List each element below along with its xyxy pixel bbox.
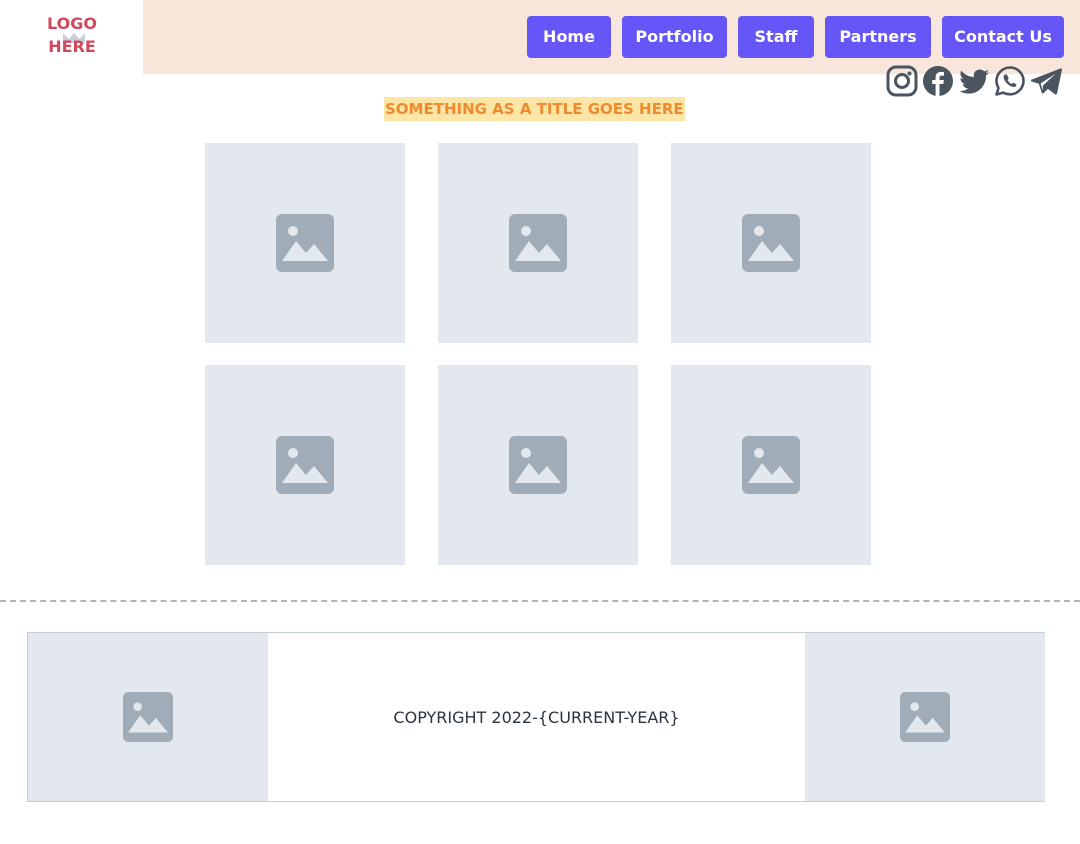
image-placeholder-icon <box>509 214 567 272</box>
telegram-icon[interactable] <box>1030 64 1062 98</box>
image-placeholder-icon <box>742 436 800 494</box>
image-placeholder-icon <box>276 436 334 494</box>
facebook-icon[interactable] <box>922 64 954 98</box>
logo-text-line2: HERE <box>48 37 96 56</box>
nav-contact-button[interactable]: Contact Us <box>942 16 1064 58</box>
whatsapp-icon[interactable] <box>994 64 1026 98</box>
logo[interactable]: LOGO HERE <box>44 12 100 62</box>
image-placeholder-icon <box>509 436 567 494</box>
footer-image-right <box>805 633 1045 801</box>
footer-image-left <box>28 633 268 801</box>
logo-text-line1: LOGO <box>47 14 97 33</box>
twitter-icon[interactable] <box>958 64 990 98</box>
gallery-image-placeholder[interactable] <box>671 143 871 343</box>
nav-portfolio-button[interactable]: Portfolio <box>622 16 727 58</box>
image-placeholder-icon <box>900 692 950 742</box>
gallery-image-placeholder[interactable] <box>671 365 871 565</box>
section-divider <box>0 600 1080 602</box>
image-placeholder-icon <box>742 214 800 272</box>
image-placeholder-icon <box>123 692 173 742</box>
social-links <box>886 64 1062 98</box>
nav-partners-button[interactable]: Partners <box>825 16 931 58</box>
nav-staff-button[interactable]: Staff <box>738 16 814 58</box>
gallery-image-placeholder[interactable] <box>438 143 638 343</box>
gallery-image-placeholder[interactable] <box>205 143 405 343</box>
nav-home-button[interactable]: Home <box>527 16 611 58</box>
gallery-image-placeholder[interactable] <box>438 365 638 565</box>
page-title: SOMETHING AS A TITLE GOES HERE <box>384 97 685 121</box>
instagram-icon[interactable] <box>886 64 918 98</box>
main-nav: Home Portfolio Staff Partners Contact Us <box>527 16 1064 58</box>
gallery-image-placeholder[interactable] <box>205 365 405 565</box>
image-placeholder-icon <box>276 214 334 272</box>
footer: COPYRIGHT 2022-{CURRENT-YEAR} <box>27 632 1045 802</box>
copyright-text: COPYRIGHT 2022-{CURRENT-YEAR} <box>393 707 680 727</box>
